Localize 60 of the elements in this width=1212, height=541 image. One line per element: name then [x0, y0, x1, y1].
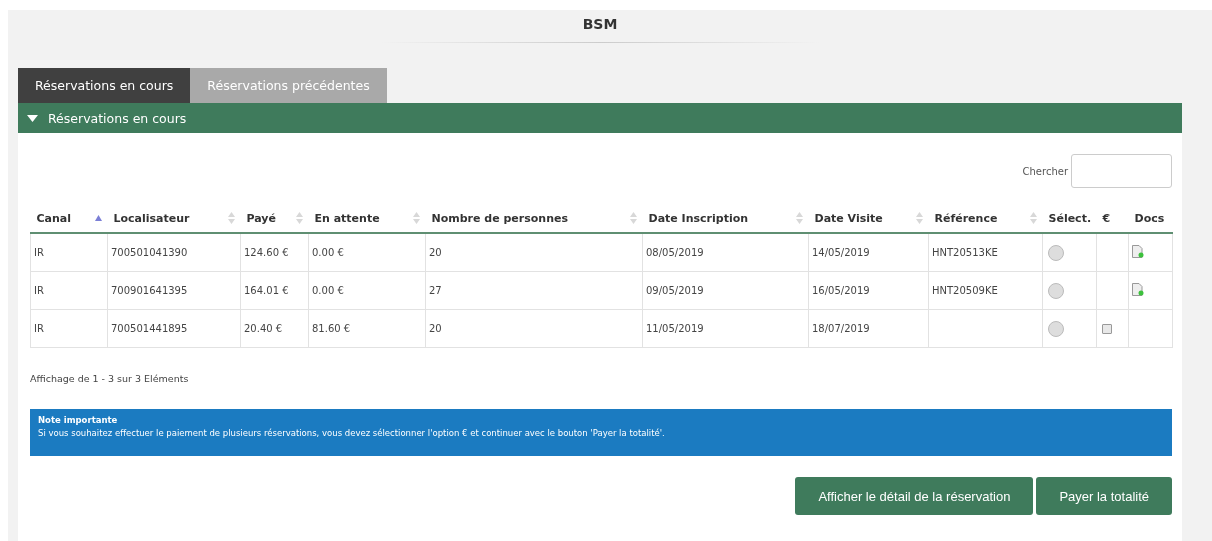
- search-label: Chercher: [1022, 165, 1068, 177]
- table-cell: 18/07/2019: [812, 323, 870, 334]
- table-cell: 20.40 €: [244, 323, 283, 334]
- table-cell: IR: [34, 285, 44, 296]
- action-button[interactable]: Afficher le détail de la réservation: [795, 477, 1034, 515]
- table-cell: 700501041390: [111, 247, 188, 258]
- page-title: BSM: [582, 16, 618, 32]
- table-cell: IR: [34, 247, 44, 258]
- search-field[interactable]: [1071, 154, 1172, 188]
- table-cell: 16/05/2019: [812, 285, 870, 296]
- table-cell: 700901641395: [111, 285, 188, 296]
- sort-icon[interactable]: [412, 212, 420, 224]
- table-cell: HNT20513KE: [932, 247, 998, 258]
- radio-button[interactable]: [1048, 320, 1064, 337]
- column-header[interactable]: Date Visite: [814, 211, 883, 225]
- sort-icon[interactable]: [295, 212, 303, 224]
- table-cell: 14/05/2019: [812, 247, 870, 258]
- collapse-icon: [27, 114, 38, 122]
- column-header[interactable]: Localisateur: [113, 211, 190, 225]
- column-header[interactable]: Canal: [36, 211, 72, 225]
- column-header[interactable]: Sélect.: [1048, 211, 1092, 225]
- document-icon[interactable]: [1132, 283, 1144, 296]
- table-cell: IR: [34, 323, 44, 334]
- sort-ascending-icon[interactable]: [94, 215, 102, 221]
- document-icon[interactable]: [1132, 245, 1144, 258]
- table-cell: HNT20509KE: [932, 285, 998, 296]
- panel-header[interactable]: Réservations en cours: [18, 103, 1182, 133]
- table-cell: 164.01 €: [244, 285, 289, 296]
- table-cell: 0.00 €: [312, 285, 344, 296]
- radio-button[interactable]: [1048, 282, 1064, 299]
- column-header[interactable]: €: [1102, 211, 1111, 225]
- column-header[interactable]: Payé: [246, 211, 276, 225]
- panel-title: Réservations en cours: [48, 110, 187, 126]
- table-cell: 09/05/2019: [646, 285, 704, 296]
- table-cell: 27: [429, 285, 442, 296]
- table-cell: 700501441895: [111, 323, 188, 334]
- table-cell: 124.60 €: [244, 247, 289, 258]
- sort-icon[interactable]: [227, 212, 235, 224]
- column-header[interactable]: Référence: [934, 211, 998, 225]
- sort-icon[interactable]: [629, 212, 637, 224]
- sort-icon[interactable]: [915, 212, 923, 224]
- checkbox[interactable]: [1102, 324, 1112, 334]
- table-cell: 20: [429, 247, 442, 258]
- column-header[interactable]: Date Inscription: [648, 211, 749, 225]
- column-header[interactable]: Docs: [1134, 211, 1165, 225]
- radio-button[interactable]: [1048, 244, 1064, 261]
- table-cell: 0.00 €: [312, 247, 344, 258]
- tab[interactable]: Réservations en cours: [18, 68, 191, 103]
- table-cell: 81.60 €: [312, 323, 351, 334]
- table-cell: 11/05/2019: [646, 323, 704, 334]
- note-text: Si vous souhaitez effectuer le paiement de plusieurs réservations, vous devez sélectionner l'option € et continuer avec le bouton 'Payer la totalité'.: [38, 428, 666, 438]
- table-cell: 20: [429, 323, 442, 334]
- column-header[interactable]: Nombre de personnes: [431, 211, 568, 225]
- sort-icon[interactable]: [1029, 212, 1037, 224]
- pagination-info: Affichage de 1 - 3 sur 3 Eléments: [30, 373, 190, 384]
- column-header[interactable]: En attente: [314, 211, 380, 225]
- note-title: Note importante: [38, 415, 119, 425]
- table-cell: 08/05/2019: [646, 247, 704, 258]
- action-button[interactable]: Payer la totalité: [1036, 477, 1172, 515]
- sort-icon[interactable]: [795, 212, 803, 224]
